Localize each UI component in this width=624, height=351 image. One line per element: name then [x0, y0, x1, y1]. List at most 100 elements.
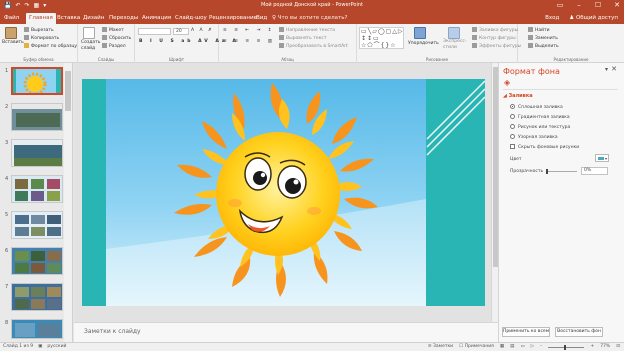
- slide-scrollbar[interactable]: [491, 63, 498, 322]
- text-direction-button[interactable]: Направление текста: [279, 27, 335, 34]
- thumbnail-slide-2[interactable]: [11, 103, 63, 131]
- zoom-slider[interactable]: [548, 344, 585, 350]
- arrange-button[interactable]: Упорядочить: [408, 41, 439, 47]
- spellcheck-icon[interactable]: ▣: [38, 343, 42, 351]
- tab-slideshow[interactable]: Слайд-шоу: [172, 13, 210, 24]
- slideshow-icon[interactable]: ▷: [531, 343, 534, 351]
- shape-outline-button[interactable]: Контур фигуры: [472, 35, 516, 42]
- format-painter-button[interactable]: Формат по образцу: [24, 43, 77, 50]
- tell-me-search[interactable]: ♀ Что вы хотите сделать?: [272, 14, 347, 23]
- shape-fill-button[interactable]: Заливка фигуры: [472, 27, 518, 34]
- cut-button[interactable]: Вырезать: [24, 27, 54, 34]
- pattern-fill-label: Узорная заливка: [518, 135, 558, 140]
- font-grow-shrink[interactable]: A A ✗: [191, 28, 214, 34]
- tab-design[interactable]: Дизайн: [80, 13, 107, 24]
- zoom-in-button[interactable]: +: [590, 343, 594, 351]
- pane-options-icon[interactable]: ▾: [605, 66, 608, 73]
- comments-toggle[interactable]: ☐ Примечания: [459, 343, 494, 351]
- radio[interactable]: [510, 134, 515, 139]
- radio-selected[interactable]: [510, 104, 515, 109]
- tab-insert[interactable]: Вставка: [54, 13, 83, 24]
- radio[interactable]: [510, 124, 515, 129]
- close-icon[interactable]: ✕: [611, 65, 617, 73]
- new-slide-button[interactable]: Создать слайд: [81, 40, 101, 52]
- radio[interactable]: [510, 114, 515, 119]
- quick-styles-icon[interactable]: [448, 27, 460, 39]
- tab-home[interactable]: Главная: [26, 13, 56, 24]
- tab-animations[interactable]: Анимация: [139, 13, 174, 24]
- normal-view-icon[interactable]: ▦: [500, 343, 504, 351]
- reset-button[interactable]: Сбросить: [102, 35, 131, 42]
- thumbnails-scroll-handle[interactable]: [65, 71, 71, 111]
- thumbnail-slide-8[interactable]: [11, 319, 63, 339]
- replace-button[interactable]: Заменить: [528, 35, 558, 42]
- thumbnail-slide-6[interactable]: [11, 247, 63, 275]
- paste-button[interactable]: Вставить: [2, 40, 24, 46]
- thumbnail-slide-1[interactable]: [11, 67, 63, 95]
- tab-review[interactable]: Рецензирование: [206, 13, 260, 24]
- select-button[interactable]: Выделить: [528, 43, 559, 50]
- shapes-gallery[interactable]: ▭╲▱◯▢△▷ ↕↕▭ ☆⬠⌒{}☆: [359, 27, 404, 49]
- layout-button[interactable]: Макет: [102, 27, 124, 34]
- find-button[interactable]: Найти: [528, 27, 550, 34]
- new-slide-icon[interactable]: [83, 27, 95, 39]
- thumbnail-slide-5[interactable]: [11, 211, 63, 239]
- align-text-button[interactable]: Выровнять текст: [279, 35, 326, 42]
- slide-artwork: [82, 79, 485, 306]
- smartart-button[interactable]: Преобразовать в SmartArt: [279, 43, 348, 50]
- replace-label: Заменить: [535, 36, 558, 41]
- slide-sorter-icon[interactable]: ▤: [510, 343, 514, 351]
- thumbnails-scrollbar[interactable]: [64, 63, 72, 342]
- picture-fill-option[interactable]: Рисунок или текстура: [510, 124, 570, 130]
- slider-handle[interactable]: [546, 169, 548, 174]
- share-button[interactable]: ♟ Общий доступ: [569, 14, 618, 23]
- slides-group: Создать слайд Макет Сбросить Раздел Слай…: [78, 24, 135, 63]
- paint-bucket-icon[interactable]: ◈: [504, 78, 510, 87]
- thumbnail-slide-4[interactable]: [11, 175, 63, 203]
- thumbnail-slide-7[interactable]: [11, 283, 63, 311]
- gradient-fill-option[interactable]: Градиентная заливка: [510, 114, 570, 120]
- tab-file[interactable]: Файл: [1, 13, 22, 24]
- notes-pane[interactable]: Заметки к слайду: [74, 322, 498, 342]
- zoom-out-button[interactable]: –: [540, 343, 542, 351]
- checkbox[interactable]: [510, 144, 515, 149]
- sign-in-link[interactable]: Вход: [545, 14, 559, 23]
- close-button[interactable]: ✕: [612, 0, 622, 10]
- list-buttons[interactable]: ≡ ≡ ⇤ ⇥ ↕: [223, 28, 275, 34]
- tab-view[interactable]: Вид: [253, 13, 270, 24]
- language-indicator[interactable]: русский: [47, 343, 66, 351]
- shape-effects-button[interactable]: Эффекты фигуры: [472, 43, 521, 50]
- transparency-input[interactable]: 0%: [581, 167, 608, 175]
- tab-transitions[interactable]: Переходы: [106, 13, 141, 24]
- fill-section-header[interactable]: ◢ Заливка: [503, 93, 533, 99]
- reading-view-icon[interactable]: ▭: [520, 343, 524, 351]
- section-button[interactable]: Раздел: [102, 43, 126, 50]
- copy-button[interactable]: Копировать: [24, 35, 59, 42]
- hide-background-graphics[interactable]: Скрыть фоновые рисунки: [510, 144, 579, 150]
- apply-to-all-button[interactable]: Применить ко всем: [502, 327, 550, 337]
- shape-fill-label: Заливка фигуры: [479, 28, 519, 33]
- slide-counter: Слайд 1 из 9: [3, 344, 34, 349]
- thumbnail-4-preview: [12, 176, 62, 202]
- color-picker-button[interactable]: ▾: [595, 154, 609, 162]
- notes-toggle[interactable]: ≡ Заметки: [428, 343, 453, 351]
- maximize-button[interactable]: ☐: [593, 0, 603, 10]
- quick-styles-button[interactable]: Экспресс-стили: [443, 39, 466, 51]
- paste-icon[interactable]: [5, 27, 17, 39]
- zoom-level[interactable]: 77%: [600, 343, 610, 351]
- reset-background-button[interactable]: Восстановить фон: [555, 327, 603, 337]
- transparency-slider[interactable]: [546, 169, 577, 174]
- minimize-button[interactable]: –: [574, 0, 584, 10]
- solid-fill-option[interactable]: Сплошная заливка: [510, 104, 563, 110]
- thumbnail-slide-3[interactable]: [11, 139, 63, 167]
- current-slide[interactable]: [82, 79, 485, 306]
- pattern-fill-option[interactable]: Узорная заливка: [510, 134, 558, 140]
- ribbon-display-icon[interactable]: ▭: [555, 0, 565, 10]
- font-size-box[interactable]: 20: [173, 28, 189, 35]
- arrange-icon[interactable]: [414, 27, 426, 39]
- find-label: Найти: [535, 28, 550, 33]
- format-painter-label: Формат по образцу: [31, 44, 78, 49]
- align-buttons[interactable]: ≡ ≡ ≡ ≡ ▥: [223, 39, 275, 45]
- font-name-box[interactable]: [138, 28, 171, 35]
- fit-to-window-icon[interactable]: ⊡: [616, 343, 620, 351]
